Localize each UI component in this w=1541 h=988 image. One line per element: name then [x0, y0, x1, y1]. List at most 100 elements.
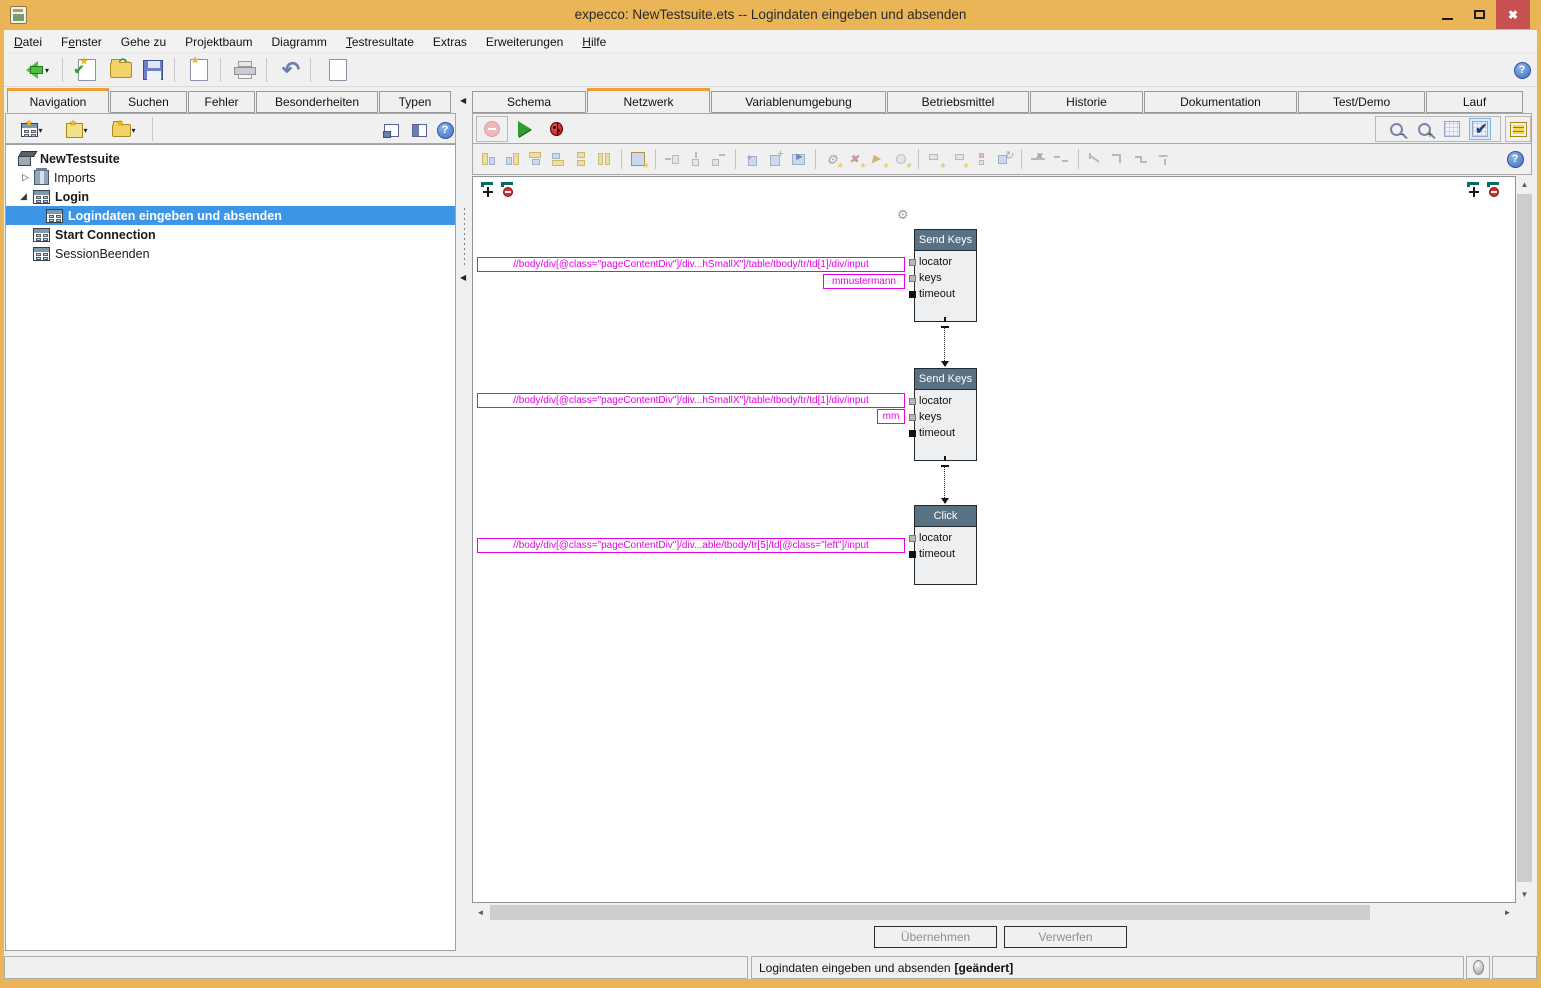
float-window-button[interactable]	[378, 116, 404, 144]
pin-keys[interactable]: keys	[915, 270, 976, 286]
scroll-up-arrow[interactable]: ▲	[1516, 176, 1533, 193]
menu-testresultate[interactable]: Testresultate	[346, 35, 414, 49]
collapse-left-icon[interactable]: ◀	[460, 273, 466, 282]
new-testcase-button[interactable]: ★ ▾	[58, 116, 96, 144]
pin-locator[interactable]: locator	[915, 254, 976, 270]
tree-item-sessionbeenden[interactable]: SessionBeenden	[6, 244, 455, 263]
undo-button[interactable]: ↶	[276, 56, 306, 84]
tab-variablenumgebung[interactable]: Variablenumgebung	[711, 91, 886, 113]
goto-step-icon[interactable]: ►	[790, 151, 807, 168]
print-button[interactable]	[230, 56, 260, 84]
tree-item-login[interactable]: ◢ Login	[6, 187, 455, 206]
output-pin-marker-icon[interactable]	[501, 182, 515, 197]
new-document-button[interactable]: ★	[184, 56, 214, 84]
discard-button[interactable]: Verwerfen	[1004, 926, 1127, 948]
scroll-down-arrow[interactable]: ▼	[1516, 886, 1533, 903]
add-block-icon[interactable]: ★	[630, 151, 647, 168]
node-send-keys-1[interactable]: Send Keys locator keys timeout	[914, 229, 977, 322]
zoom-out-button[interactable]: −	[1385, 118, 1407, 140]
tab-schema[interactable]: Schema	[472, 91, 586, 113]
pin-timeout[interactable]: timeout	[915, 425, 976, 441]
locator-value-label[interactable]: //body/div[@class="pageContentDiv"]/div.…	[477, 393, 905, 408]
diagram-help-button[interactable]: ?	[1504, 148, 1526, 170]
locator-value-label[interactable]: //body/div[@class="pageContentDiv"]/div.…	[477, 538, 905, 553]
menu-datei[interactable]: Datei	[14, 35, 42, 49]
debug-button[interactable]	[545, 118, 567, 140]
run-button[interactable]	[517, 118, 539, 140]
tab-lauf[interactable]: Lauf	[1426, 91, 1523, 113]
tab-suchen[interactable]: Suchen	[110, 91, 187, 113]
connection-create-icon[interactable]	[1053, 151, 1070, 168]
split-view-button[interactable]	[406, 116, 432, 144]
delete-icon[interactable]: ✖★	[847, 151, 864, 168]
toolbar-help-button[interactable]: ?	[1510, 56, 1534, 84]
back-button[interactable]: ▾	[12, 56, 56, 84]
insert-pin-down-icon[interactable]	[687, 151, 704, 168]
menu-gehe-zu[interactable]: Gehe zu	[121, 35, 166, 49]
tab-betriebsmittel[interactable]: Betriebsmittel	[887, 91, 1029, 113]
zoom-in-button[interactable]: +	[1413, 118, 1435, 140]
conn-style-ortho-icon[interactable]	[1110, 151, 1127, 168]
menu-projektbaum[interactable]: Projektbaum	[185, 35, 252, 49]
rotate-block-icon[interactable]: ↻	[996, 151, 1013, 168]
maximize-button[interactable]	[1462, 0, 1496, 29]
scrollbar-thumb[interactable]	[1517, 194, 1532, 882]
wait-icon[interactable]: ★	[893, 151, 910, 168]
refresh-view-button[interactable]: ↻	[320, 56, 352, 84]
snap-to-grid-button[interactable]: ✔	[1469, 118, 1491, 140]
locator-value-label[interactable]: //body/div[@class="pageContentDiv"]/div.…	[477, 257, 905, 272]
align-center-h-icon[interactable]	[573, 151, 590, 168]
conn-style-step-icon[interactable]	[1133, 151, 1150, 168]
env-gear-icon[interactable]: ⚙★	[824, 151, 841, 168]
keys-value-label[interactable]: mm	[877, 409, 905, 424]
align-bottom-icon[interactable]	[550, 151, 567, 168]
scrollbar-thumb[interactable]	[490, 905, 1370, 920]
tab-test-demo[interactable]: Test/Demo	[1298, 91, 1425, 113]
canvas-horizontal-scrollbar[interactable]: ◄ ►	[472, 904, 1516, 921]
align-center-v-icon[interactable]	[596, 151, 613, 168]
move-pin-right-icon[interactable]: ★	[950, 151, 967, 168]
insert-input-pin-icon[interactable]	[664, 151, 681, 168]
pin-locator[interactable]: locator	[915, 393, 976, 409]
accept-button[interactable]: ✔ ★	[72, 56, 102, 84]
node-click[interactable]: Click locator timeout	[914, 505, 977, 585]
keys-value-label[interactable]: mmustermann	[823, 274, 905, 289]
pin-connector[interactable]	[909, 275, 916, 282]
tree-item-newtestsuite[interactable]: NewTestsuite	[6, 149, 455, 168]
menu-extras[interactable]: Extras	[433, 35, 467, 49]
pin-timeout[interactable]: timeout	[915, 546, 976, 562]
node-send-keys-2[interactable]: Send Keys locator keys timeout	[914, 368, 977, 461]
panel-splitter[interactable]: ◀ ◀	[458, 88, 471, 951]
collapse-left-icon[interactable]: ◀	[460, 96, 466, 105]
pin-connector[interactable]	[909, 430, 916, 437]
connection-line[interactable]	[944, 466, 945, 498]
menu-fenster[interactable]: Fenster	[61, 35, 102, 49]
new-folder-button[interactable]: ★ ▾	[104, 116, 144, 144]
network-diagram-canvas[interactable]: ⚙ Send Keys locator keys timeout //body/…	[472, 176, 1516, 903]
remove-breakpoints-icon[interactable]	[484, 121, 500, 137]
tab-historie[interactable]: Historie	[1030, 91, 1143, 113]
tab-navigation[interactable]: Navigation	[7, 88, 109, 113]
connection-delete-icon[interactable]: ✖	[1030, 151, 1047, 168]
connection-line[interactable]	[944, 327, 945, 361]
tab-besonderheiten[interactable]: Besonderheiten	[256, 91, 378, 113]
align-top-icon[interactable]	[527, 151, 544, 168]
pin-connector[interactable]	[909, 414, 916, 421]
tree-item-imports[interactable]: ▷ Imports	[6, 168, 455, 187]
open-button[interactable]: ↷	[104, 56, 136, 84]
tree-item-start-connection[interactable]: Start Connection	[6, 225, 455, 244]
pin-keys[interactable]: keys	[915, 409, 976, 425]
add-input-icon[interactable]: +	[744, 151, 761, 168]
pin-connector[interactable]	[909, 259, 916, 266]
left-help-button[interactable]: ?	[434, 116, 456, 144]
align-left-icon[interactable]	[481, 151, 498, 168]
move-pin-left-icon[interactable]: ★	[927, 151, 944, 168]
menu-diagramm[interactable]: Diagramm	[272, 35, 327, 49]
pin-connector[interactable]	[909, 398, 916, 405]
scroll-left-arrow[interactable]: ◄	[472, 904, 489, 921]
pin-order-icon[interactable]	[973, 151, 990, 168]
scroll-right-arrow[interactable]: ►	[1499, 904, 1516, 921]
insert-output-pin-icon[interactable]	[710, 151, 727, 168]
add-step-icon[interactable]: +	[767, 151, 784, 168]
pin-timeout[interactable]: timeout	[915, 286, 976, 302]
